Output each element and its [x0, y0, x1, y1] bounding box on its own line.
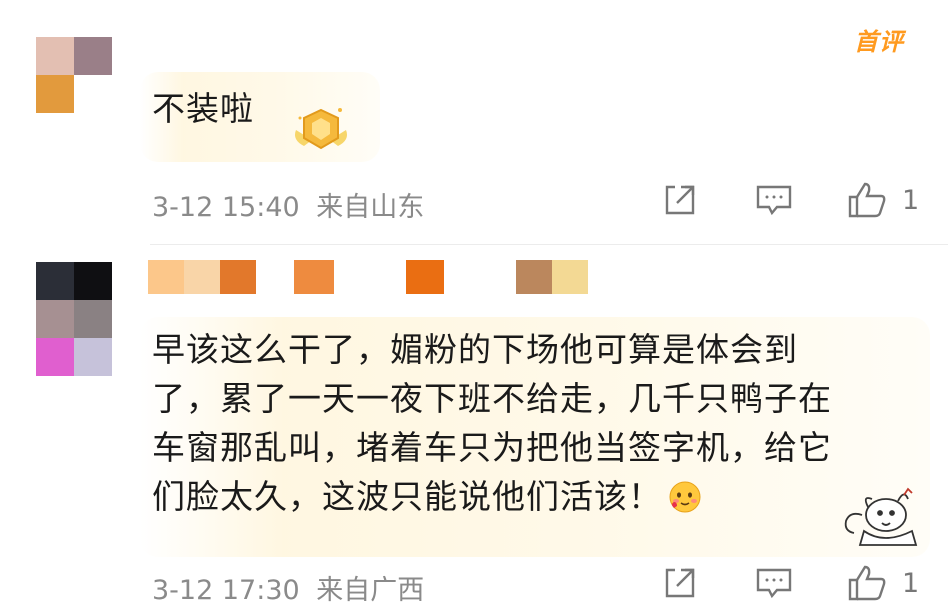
comment-button[interactable] — [754, 182, 794, 218]
comment-location: 来自山东 — [316, 192, 425, 223]
comment-icon — [756, 568, 792, 599]
dog-sticker-icon — [844, 487, 918, 546]
comment-button[interactable] — [754, 565, 794, 601]
comment-text: 早该这么干了，媚粉的下场他可算是体会到 了，累了一天一夜下班不给走，几千只鸭子在… — [152, 330, 832, 516]
avatar[interactable] — [36, 262, 112, 376]
share-button[interactable] — [662, 182, 698, 218]
first-comment-badge: 首评 — [854, 28, 904, 56]
gold-badge-icon — [295, 108, 347, 150]
like-count: 1 — [902, 185, 920, 216]
like-button[interactable] — [846, 563, 888, 603]
blush-emoji-icon — [669, 481, 701, 513]
share-icon — [665, 185, 695, 215]
like-count: 1 — [902, 568, 920, 599]
comment-item: 首评 不装啦 3-12 15:40 来自山东 1 — [0, 0, 948, 245]
thumb-up-icon — [848, 565, 886, 601]
comment-time: 3-12 17:30 — [152, 575, 300, 606]
comment-location: 来自广西 — [316, 575, 425, 606]
username-blurred[interactable] — [148, 260, 588, 294]
thumb-up-icon — [848, 182, 886, 218]
share-icon — [665, 568, 695, 598]
like-button[interactable] — [846, 180, 888, 220]
comment-meta: 3-12 17:30 来自广西 — [152, 568, 424, 607]
comment-meta: 3-12 15:40 来自山东 — [152, 185, 424, 224]
comment-item: 早该这么干了，媚粉的下场他可算是体会到 了，累了一天一夜下班不给走，几千只鸭子在… — [0, 245, 948, 609]
avatar[interactable] — [36, 37, 112, 113]
comment-icon — [756, 185, 792, 216]
comment-time: 3-12 15:40 — [152, 192, 300, 223]
share-button[interactable] — [662, 565, 698, 601]
comment-text: 不装啦 — [152, 89, 254, 128]
